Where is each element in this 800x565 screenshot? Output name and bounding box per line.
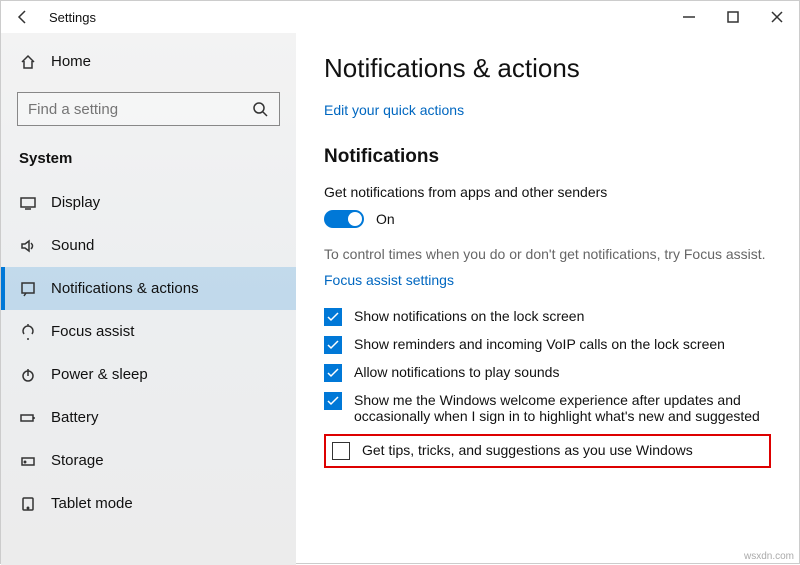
checkbox-label: Get tips, tricks, and suggestions as you… xyxy=(362,442,693,458)
get-notifications-label: Get notifications from apps and other se… xyxy=(324,184,771,200)
checkbox-row[interactable]: Show me the Windows welcome experience a… xyxy=(324,392,771,424)
checkbox-row[interactable]: Show reminders and incoming VoIP calls o… xyxy=(324,336,771,354)
category-label: System xyxy=(1,144,296,181)
checkbox-row[interactable]: Show notifications on the lock screen xyxy=(324,308,771,326)
sound-icon xyxy=(19,238,37,254)
search-icon xyxy=(251,101,269,117)
sidebar-item-notifications[interactable]: Notifications & actions xyxy=(1,267,296,310)
display-icon xyxy=(19,195,37,211)
checkbox-welcome[interactable] xyxy=(324,392,342,410)
focus-assist-icon xyxy=(19,324,37,340)
checkbox-label: Allow notifications to play sounds xyxy=(354,364,559,380)
watermark: wsxdn.com xyxy=(744,551,794,562)
maximize-button[interactable] xyxy=(711,1,755,33)
sidebar: Home System Display Sound Notifications … xyxy=(1,33,296,565)
sidebar-item-storage[interactable]: Storage xyxy=(1,439,296,482)
home-nav[interactable]: Home xyxy=(1,45,296,78)
sidebar-item-label: Display xyxy=(51,194,100,211)
checkbox-row[interactable]: Allow notifications to play sounds xyxy=(324,364,771,382)
storage-icon xyxy=(19,453,37,469)
sidebar-item-tablet[interactable]: Tablet mode xyxy=(1,482,296,525)
sidebar-item-label: Notifications & actions xyxy=(51,280,199,297)
sidebar-item-label: Focus assist xyxy=(51,323,134,340)
sidebar-item-sound[interactable]: Sound xyxy=(1,224,296,267)
checkbox-label: Show notifications on the lock screen xyxy=(354,308,584,324)
checkbox-label: Show reminders and incoming VoIP calls o… xyxy=(354,336,725,352)
search-input[interactable] xyxy=(28,101,251,118)
checkbox-lock-screen[interactable] xyxy=(324,308,342,326)
content-pane: Notifications & actions Edit your quick … xyxy=(296,33,799,565)
battery-icon xyxy=(19,410,37,426)
section-title: Notifications xyxy=(324,146,771,168)
checkbox-tips[interactable] xyxy=(332,442,350,460)
tablet-icon xyxy=(19,496,37,512)
minimize-button[interactable] xyxy=(667,1,711,33)
edit-quick-actions-link[interactable]: Edit your quick actions xyxy=(324,102,771,118)
toggle-state-label: On xyxy=(376,211,395,227)
sidebar-item-label: Tablet mode xyxy=(51,495,133,512)
sidebar-item-label: Storage xyxy=(51,452,104,469)
sidebar-item-label: Battery xyxy=(51,409,99,426)
sidebar-item-label: Power & sleep xyxy=(51,366,148,383)
sidebar-item-battery[interactable]: Battery xyxy=(1,396,296,439)
notifications-icon xyxy=(19,281,37,297)
sidebar-item-label: Sound xyxy=(51,237,94,254)
home-icon xyxy=(19,54,37,70)
page-title: Notifications & actions xyxy=(324,53,771,84)
checkbox-label: Show me the Windows welcome experience a… xyxy=(354,392,771,424)
back-button[interactable] xyxy=(9,3,37,31)
search-box[interactable] xyxy=(17,92,280,126)
close-button[interactable] xyxy=(755,1,799,33)
notifications-toggle[interactable] xyxy=(324,210,364,228)
window-title: Settings xyxy=(49,10,96,25)
checkbox-row[interactable]: Get tips, tricks, and suggestions as you… xyxy=(332,442,763,460)
checkbox-sounds[interactable] xyxy=(324,364,342,382)
focus-assist-settings-link[interactable]: Focus assist settings xyxy=(324,272,771,288)
titlebar: Settings xyxy=(1,1,799,33)
sidebar-item-power[interactable]: Power & sleep xyxy=(1,353,296,396)
sidebar-item-display[interactable]: Display xyxy=(1,181,296,224)
focus-assist-hint: To control times when you do or don't ge… xyxy=(324,246,771,262)
power-icon xyxy=(19,367,37,383)
home-label: Home xyxy=(51,53,91,70)
highlighted-setting: Get tips, tricks, and suggestions as you… xyxy=(324,434,771,468)
sidebar-item-focus-assist[interactable]: Focus assist xyxy=(1,310,296,353)
checkbox-reminders[interactable] xyxy=(324,336,342,354)
